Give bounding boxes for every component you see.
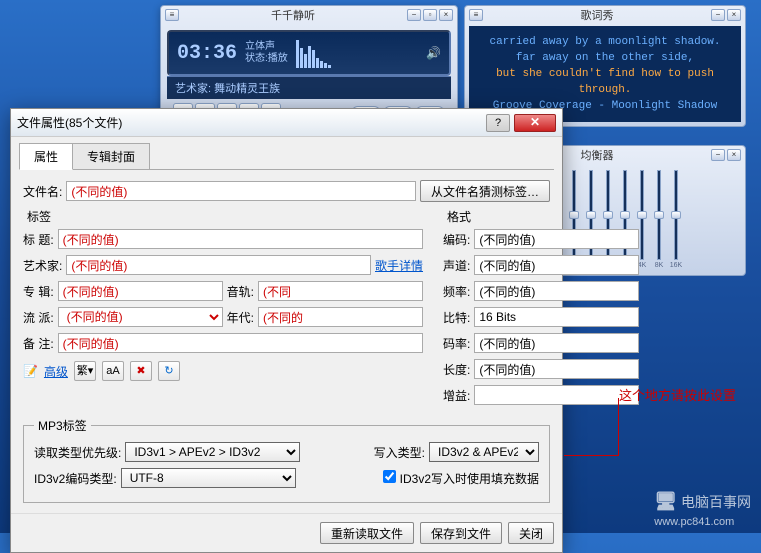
album-input[interactable] [58,281,223,301]
callout-connector [564,455,619,456]
dialog-title: 文件属性(85个文件) [17,114,486,131]
dialog-titlebar: 文件属性(85个文件) ? ✕ [11,109,562,137]
tab-album-cover[interactable]: 专辑封面 [72,143,150,169]
id3v2-encoding-select[interactable]: UTF-8 [121,468,296,488]
close-button[interactable]: × [439,9,453,21]
visualizer [296,38,418,68]
lyrics-titlebar: ≡ 歌词秀 −× [465,6,745,24]
lyrics-close-button[interactable]: × [727,9,741,21]
padding-checkbox-label[interactable]: ID3v2写入时使用填充数据 [383,470,539,487]
player-info-bar: 艺术家: 舞动精灵王族 [167,76,451,99]
lyrics-title: 歌词秀 [483,7,711,23]
file-properties-dialog: 文件属性(85个文件) ? ✕ 属性 专辑封面 文件名: 从文件名猜测标签… 标… [10,108,563,553]
gain-field [474,385,639,405]
year-input[interactable] [258,307,423,327]
padding-checkbox[interactable] [383,470,396,483]
singer-detail-link[interactable]: 歌手详情 [375,257,423,274]
mp3-tag-legend: MP3标签 [34,417,91,434]
delete-icon[interactable]: ✖ [130,361,152,381]
lyric-line-current: but she couldn't find how to push throug… [477,66,733,98]
guess-tags-button[interactable]: 从文件名猜测标签… [420,180,550,202]
bits-field [474,307,639,327]
dialog-close-button[interactable]: ✕ [514,114,556,132]
encoding-field [474,229,639,249]
tray-button[interactable]: ▫ [423,9,437,21]
case-button[interactable]: aA [102,361,124,381]
tab-properties[interactable]: 属性 [19,143,73,170]
filename-label: 文件名: [23,183,62,200]
lyric-line: carried away by a moonlight shadow. [477,34,733,50]
bitrate-field [474,333,639,353]
help-button[interactable]: ? [486,114,510,132]
length-field [474,359,639,379]
volume-icon[interactable]: 🔊 [426,46,441,60]
eq-slider-16K[interactable]: 16K [670,170,682,269]
lyrics-min-button[interactable]: − [711,9,725,21]
reread-button[interactable]: 重新读取文件 [320,522,414,544]
filename-input[interactable] [66,181,416,201]
advanced-link[interactable]: 高级 [44,363,68,380]
trad-simp-button[interactable]: 繁▾ [74,361,96,381]
player-title: 千千静听 [179,7,407,23]
eq-min-button[interactable]: − [711,149,725,161]
format-group-label: 格式 [443,208,639,225]
mp3-tag-group: MP3标签 读取类型优先级: ID3v1 > APEv2 > ID3v2 写入类… [23,417,550,503]
tag-group-label: 标签 [23,208,423,225]
channel-field [474,255,639,275]
write-type-select[interactable]: ID3v2 & APEv2 [429,442,539,462]
player-menu-icon[interactable]: ≡ [165,9,179,21]
eq-slider-8K[interactable]: 8K [653,170,665,269]
player-titlebar: ≡ 千千静听 − ▫ × [161,6,457,24]
save-button[interactable]: 保存到文件 [420,522,502,544]
player-display: 03:36 立体声 状态:播放 🔊 [167,30,451,76]
read-priority-select[interactable]: ID3v1 > APEv2 > ID3v2 [125,442,300,462]
freq-field [474,281,639,301]
lyric-line: far away on the other side, [477,50,733,66]
minimize-button[interactable]: − [407,9,421,21]
genre-select[interactable]: (不同的值) [58,307,223,327]
time-display: 03:36 [177,42,237,65]
artist-name: 舞动精灵王族 [214,83,280,95]
refresh-icon[interactable]: ↻ [158,361,180,381]
watermark: 🖥 电脑百事网 www.pc841.com [654,491,751,528]
stereo-label: 立体声 [245,41,288,53]
play-status: 播放 [268,53,288,64]
lyrics-menu-icon[interactable]: ≡ [469,9,483,21]
track-input[interactable] [258,281,423,301]
callout-connector [618,398,619,456]
edit-icon[interactable]: 📝 [23,364,38,378]
close-button[interactable]: 关闭 [508,522,554,544]
comment-input[interactable] [58,333,423,353]
artist-input[interactable] [66,255,371,275]
callout-text: 这个地方请按此设置 [619,385,736,404]
eq-close-button[interactable]: × [727,149,741,161]
title-input[interactable] [58,229,423,249]
